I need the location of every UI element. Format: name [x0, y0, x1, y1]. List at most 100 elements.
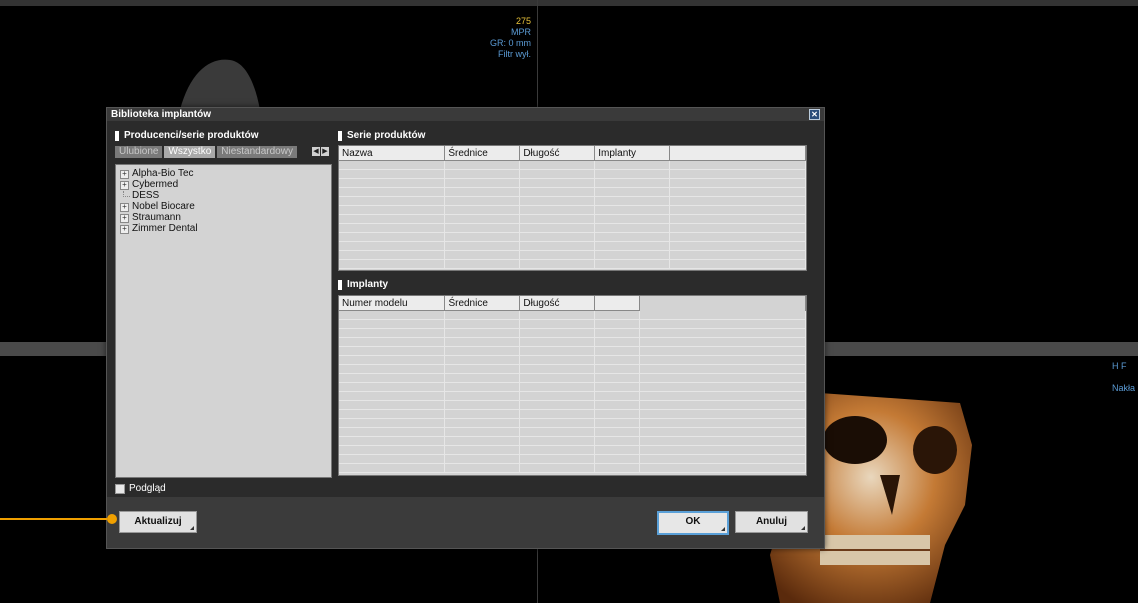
table-row[interactable]: [339, 418, 806, 428]
table-cell: [444, 427, 521, 437]
table-cell: [669, 259, 806, 269]
tree-item-label: DESS: [132, 190, 160, 201]
table-row[interactable]: [339, 409, 806, 419]
tree-item-dess[interactable]: DESS: [116, 191, 331, 201]
table-cell: [669, 205, 806, 215]
expand-plus-icon[interactable]: +: [120, 203, 129, 212]
column-header-diameters[interactable]: Średnice: [444, 296, 521, 311]
column-header-empty[interactable]: [594, 296, 641, 311]
column-header-implants[interactable]: Implanty: [594, 146, 671, 161]
table-cell: [444, 418, 521, 428]
annotation-callout-dot: [107, 514, 117, 524]
table-row[interactable]: [339, 391, 806, 401]
close-icon[interactable]: ✕: [809, 109, 820, 120]
table-row[interactable]: [339, 187, 806, 197]
table-cell: [594, 400, 641, 410]
viewer-top-bar: [0, 0, 1138, 6]
table-row[interactable]: [339, 454, 806, 464]
table-cell: [594, 409, 641, 419]
table-row[interactable]: [339, 196, 806, 206]
cancel-button[interactable]: Anuluj: [735, 511, 808, 533]
column-header-length[interactable]: Długość: [519, 296, 596, 311]
table-row[interactable]: [339, 205, 806, 215]
column-header-name[interactable]: Nazwa: [339, 146, 446, 161]
arrow-right-icon[interactable]: ▶: [321, 147, 329, 156]
table-cell: [444, 436, 521, 446]
product-series-grid[interactable]: Nazwa Średnice Długość Implanty: [338, 145, 807, 271]
expand-plus-icon[interactable]: +: [120, 214, 129, 223]
table-row[interactable]: [339, 400, 806, 410]
overlay-view-mode: MPR: [511, 27, 531, 37]
table-cell: [339, 436, 446, 446]
table-cell: [639, 409, 806, 419]
table-row[interactable]: [339, 328, 806, 338]
ok-button[interactable]: OK: [657, 511, 729, 535]
table-cell: [519, 382, 596, 392]
table-row[interactable]: [339, 178, 806, 188]
table-row[interactable]: [339, 346, 806, 356]
table-row[interactable]: [339, 250, 806, 260]
column-header-length[interactable]: Długość: [519, 146, 596, 161]
table-cell: [519, 445, 596, 455]
table-cell: [594, 178, 671, 188]
tree-item-nobel-biocare[interactable]: + Nobel Biocare: [116, 202, 331, 212]
table-row[interactable]: [339, 223, 806, 233]
arrow-left-icon[interactable]: ◀: [312, 147, 320, 156]
table-row[interactable]: [339, 355, 806, 365]
table-cell: [519, 391, 596, 401]
tree-item-straumann[interactable]: + Straumann: [116, 213, 331, 223]
table-row[interactable]: [339, 169, 806, 179]
tree-item-zimmer-dental[interactable]: + Zimmer Dental: [116, 224, 331, 234]
corner-arrow-icon: [801, 526, 805, 530]
table-cell: [519, 400, 596, 410]
table-cell: [519, 454, 596, 464]
expand-plus-icon[interactable]: +: [120, 181, 129, 190]
table-row[interactable]: [339, 445, 806, 455]
table-row[interactable]: [339, 160, 806, 170]
table-cell: [639, 346, 806, 356]
tab-custom[interactable]: Niestandardowy: [217, 146, 297, 158]
table-cell: [339, 346, 446, 356]
tree-item-alpha-bio-tec[interactable]: + Alpha-Bio Tec: [116, 169, 331, 179]
table-cell: [669, 160, 806, 170]
table-cell: [339, 391, 446, 401]
table-row[interactable]: [339, 436, 806, 446]
manufacturers-section-label: Producenci/serie produktów: [115, 130, 258, 142]
table-cell: [519, 187, 596, 197]
table-row[interactable]: [339, 337, 806, 347]
column-header-filler: [639, 296, 806, 311]
table-row[interactable]: [339, 241, 806, 251]
preview-checkbox-row[interactable]: Podgląd: [115, 483, 166, 494]
table-cell: [444, 178, 521, 188]
tab-favorites[interactable]: Ulubione: [115, 146, 163, 158]
table-cell: [519, 355, 596, 365]
expand-plus-icon[interactable]: +: [120, 225, 129, 234]
expand-plus-icon[interactable]: +: [120, 170, 129, 179]
column-header-diameters[interactable]: Średnice: [444, 146, 521, 161]
table-row[interactable]: [339, 310, 806, 320]
table-row[interactable]: [339, 232, 806, 242]
table-row[interactable]: [339, 319, 806, 329]
table-cell: [594, 232, 671, 242]
table-row[interactable]: [339, 463, 806, 473]
table-cell: [519, 214, 596, 224]
tree-item-cybermed[interactable]: + Cybermed: [116, 180, 331, 190]
table-row[interactable]: [339, 373, 806, 383]
update-button-label: Aktualizuj: [134, 516, 182, 527]
table-row[interactable]: [339, 214, 806, 224]
table-cell: [444, 391, 521, 401]
implants-grid[interactable]: Numer modelu Średnice Długość: [338, 295, 807, 476]
table-row[interactable]: [339, 427, 806, 437]
update-button[interactable]: Aktualizuj: [119, 511, 197, 533]
table-cell: [519, 463, 596, 473]
table-row[interactable]: [339, 259, 806, 269]
table-row[interactable]: [339, 382, 806, 392]
tab-all[interactable]: Wszystko: [164, 146, 216, 158]
implants-section-label: Implanty: [338, 279, 388, 291]
preview-checkbox[interactable]: [115, 483, 125, 494]
table-cell: [594, 364, 641, 374]
table-cell: [444, 328, 521, 338]
column-header-model-number[interactable]: Numer modelu: [339, 296, 446, 311]
manufacturer-tree: + Alpha-Bio Tec + Cybermed DESS + Nobel …: [115, 164, 332, 478]
table-row[interactable]: [339, 364, 806, 374]
